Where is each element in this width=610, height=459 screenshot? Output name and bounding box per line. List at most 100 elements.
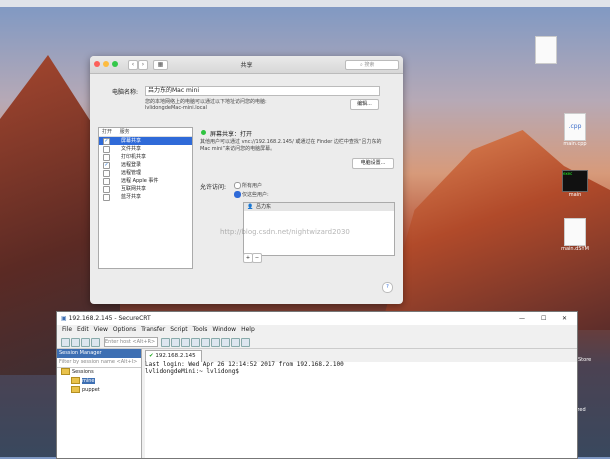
search-icon: ⌕	[360, 62, 363, 68]
service-name: 远程 Apple 事件	[121, 178, 159, 184]
terminal[interactable]: Last login: Wed Apr 26 12:14:52 2017 fro…	[145, 361, 577, 458]
menu-item-transfer[interactable]: Transfer	[141, 326, 165, 333]
menu-item-script[interactable]: Script	[170, 326, 187, 333]
folder-icon	[61, 368, 70, 375]
service-checkbox[interactable]: ✓	[103, 138, 110, 145]
desktop-file-label: main.cpp	[563, 141, 587, 147]
find-icon[interactable]	[181, 338, 190, 347]
terminal-line: lvlidongdeMini:~ lvlidong$	[145, 367, 239, 375]
menu-item-view[interactable]: View	[94, 326, 108, 333]
service-checkbox[interactable]	[103, 186, 110, 193]
reconnect-icon[interactable]	[91, 338, 100, 347]
user-name: 吕力东	[256, 204, 272, 210]
service-row[interactable]: 文件共享	[99, 145, 192, 153]
keymap-icon[interactable]	[231, 338, 240, 347]
service-row[interactable]: 远程 Apple 事件	[99, 177, 192, 185]
user-row[interactable]: 👤 吕力东	[244, 203, 394, 211]
radio-all-users[interactable]	[234, 182, 241, 189]
service-row[interactable]: ✓ 屏幕共享	[99, 137, 192, 145]
radio-only-users[interactable]	[234, 191, 241, 198]
service-checkbox[interactable]: ✓	[103, 162, 110, 169]
session-manager-header: Session Manager	[57, 349, 141, 358]
status-title: 屏幕共享：打开	[210, 131, 253, 138]
watermark: http://blog.csdn.net/nightwizard2030	[220, 228, 350, 236]
service-name: 屏幕共享	[121, 138, 142, 144]
service-name: 文件共享	[121, 146, 142, 152]
local-hostname: lvlidongdeMac-mini.local	[145, 105, 207, 111]
menu-item-file[interactable]: File	[62, 326, 72, 333]
crt-title: 192.168.2.145 - SecureCRT	[68, 315, 151, 322]
executable-icon: exec	[562, 170, 588, 192]
service-checkbox[interactable]	[103, 194, 110, 201]
tab-icon[interactable]	[81, 338, 90, 347]
tools-icon[interactable]	[221, 338, 230, 347]
folder-icon	[71, 386, 80, 393]
menu-item-options[interactable]: Options	[113, 326, 136, 333]
service-row[interactable]: 远程管理	[99, 169, 192, 177]
sftp-icon[interactable]	[211, 338, 220, 347]
desktop-file-top[interactable]	[526, 36, 566, 64]
settings-icon[interactable]	[201, 338, 210, 347]
close-icon[interactable]: ✕	[562, 312, 567, 325]
service-name: 互联网共享	[121, 186, 147, 192]
service-name: 蓝牙共享	[121, 194, 142, 200]
desktop-file-main-cpp[interactable]: .cpp main.cpp	[555, 113, 595, 147]
user-icon: 👤	[247, 204, 254, 210]
remove-user-button[interactable]: −	[252, 253, 262, 263]
menu-item-help[interactable]: Help	[241, 326, 255, 333]
app-icon: ▣	[61, 315, 67, 322]
sharing-window: ‹ › ▦ 共享 ⌕ 搜索 电脑名称: 吕力东的Mac mini 您的本地网络上…	[90, 56, 403, 304]
service-checkbox[interactable]	[103, 170, 110, 177]
service-row[interactable]: 互联网共享	[99, 185, 192, 193]
document-icon	[535, 36, 557, 64]
minimize-icon[interactable]: —	[519, 312, 525, 325]
document-icon	[564, 218, 586, 246]
tree-item-mine[interactable]: mine	[57, 377, 141, 386]
copy-icon[interactable]	[161, 338, 170, 347]
help-button[interactable]: ?	[382, 282, 393, 293]
securecrt-window: ▣ 192.168.2.145 - SecureCRT — ☐ ✕ File Ed…	[56, 311, 578, 459]
desktop-file-main-dsym[interactable]: main.dSYM	[555, 218, 595, 252]
computer-settings-button[interactable]: 电脑设置...	[352, 158, 394, 169]
quick-connect-icon[interactable]	[71, 338, 80, 347]
menu-bar	[0, 0, 610, 7]
service-checkbox[interactable]	[103, 178, 110, 185]
menu-item-tools[interactable]: Tools	[193, 326, 208, 333]
service-row[interactable]: 蓝牙共享	[99, 193, 192, 201]
service-name: 打印机共享	[121, 154, 147, 160]
header-on: 打开	[102, 129, 113, 135]
tree-item-puppet[interactable]: puppet	[57, 386, 141, 395]
service-checkbox[interactable]	[103, 154, 110, 161]
tree-root[interactable]: Sessions	[57, 368, 141, 377]
menu-item-window[interactable]: Window	[212, 326, 236, 333]
crt-menubar: File Edit View Options Transfer Script Tools Wi…	[57, 325, 577, 335]
computer-name-field[interactable]: 吕力东的Mac mini	[145, 86, 380, 96]
service-name: 远程登录	[121, 162, 142, 168]
status-dot	[201, 130, 206, 135]
session-filter-input[interactable]: Filter by session name <Alt+I>	[57, 358, 141, 368]
maximize-icon[interactable]: ☐	[541, 312, 546, 325]
desktop-file-label: main	[568, 192, 582, 198]
search-field[interactable]: ⌕ 搜索	[345, 60, 399, 70]
menu-item-edit[interactable]: Edit	[77, 326, 89, 333]
radio-only-users-label: 仅这些用户:	[242, 192, 269, 198]
host-input[interactable]: Enter host <Alt+R>	[104, 337, 158, 347]
folder-icon	[71, 377, 80, 384]
connect-icon[interactable]	[61, 338, 70, 347]
crt-toolbar: Enter host <Alt+R>	[57, 335, 577, 349]
desktop-label-store: Store	[578, 357, 592, 363]
search-placeholder: 搜索	[364, 62, 375, 68]
allow-access-label: 允许访问:	[200, 184, 227, 191]
edit-button[interactable]: 编辑...	[350, 99, 379, 110]
paste-icon[interactable]	[171, 338, 180, 347]
cpp-file-icon: .cpp	[564, 113, 586, 141]
service-list-header: 打开 服务	[99, 128, 192, 137]
print-icon[interactable]	[191, 338, 200, 347]
service-row[interactable]: 打印机共享	[99, 153, 192, 161]
service-row[interactable]: ✓ 远程登录	[99, 161, 192, 169]
local-address-desc: 您的本地网络上的电脑可以通过以下地址访问您的电脑:	[145, 99, 267, 105]
help-icon[interactable]	[241, 338, 250, 347]
status-description: 其他用户可以通过 vnc://192.168.2.145/ 或通过在 Finde…	[200, 139, 382, 152]
service-checkbox[interactable]	[103, 146, 110, 153]
desktop-file-main[interactable]: exec main	[555, 170, 595, 198]
